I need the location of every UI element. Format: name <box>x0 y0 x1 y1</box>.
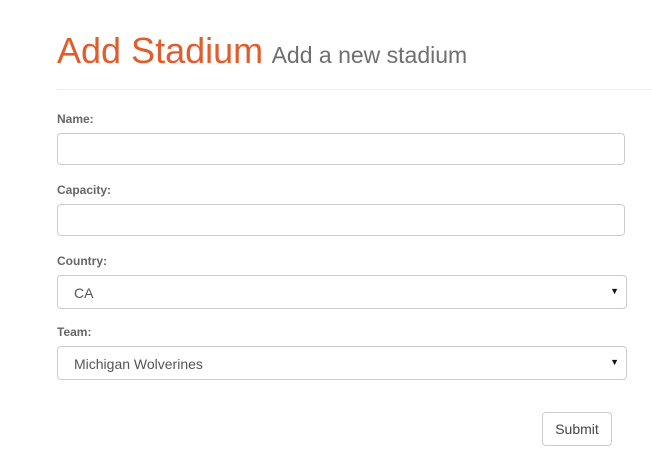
capacity-input[interactable] <box>57 204 625 236</box>
submit-button[interactable]: Submit <box>542 412 612 446</box>
team-label: Team: <box>57 325 92 339</box>
capacity-label: Capacity: <box>57 183 112 197</box>
caret-down-icon: ▼ <box>610 286 619 296</box>
country-selected-value: CA <box>74 285 94 301</box>
team-select[interactable]: Michigan Wolverines ▼ <box>57 346 627 380</box>
caret-down-icon: ▼ <box>610 357 619 367</box>
name-input[interactable] <box>57 133 625 165</box>
country-label: Country: <box>57 254 107 268</box>
page-header: Add Stadium Add a new stadium <box>57 30 467 72</box>
header-divider <box>57 89 652 90</box>
team-selected-value: Michigan Wolverines <box>74 356 203 372</box>
name-label: Name: <box>57 112 94 126</box>
page-subtitle: Add a new stadium <box>271 42 468 68</box>
page-title: Add Stadium <box>57 30 264 71</box>
country-select[interactable]: CA ▼ <box>57 275 627 309</box>
